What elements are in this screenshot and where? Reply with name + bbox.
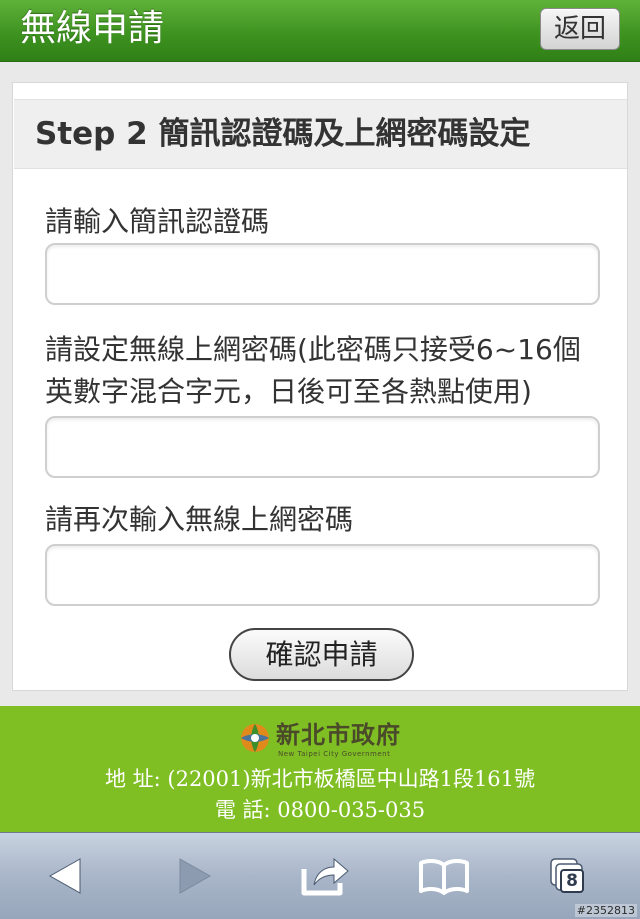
form-card: Step 2 簡訊認證碼及上網密碼設定 請輸入簡訊認證碼 請設定無線上網密碼(此… [12, 82, 628, 691]
tab-count-badge: 8 [560, 869, 584, 893]
share-icon [301, 857, 349, 896]
tabs-button[interactable]: 8 [548, 853, 594, 899]
footer-address: 地 址: (22001)新北市板橋區中山路1段161號 [104, 767, 536, 791]
forward-arrow-icon [179, 858, 212, 894]
footer: 新北市政府 New Taipei City Government 地 址: (2… [0, 706, 640, 832]
back-nav-button[interactable] [46, 853, 84, 899]
confirm-password-input[interactable] [45, 544, 600, 606]
logo-text: 新北市政府 [276, 720, 401, 749]
password-label-line2: 英數字混合字元，日後可至各熱點使用) [45, 375, 532, 408]
share-button[interactable] [300, 853, 350, 899]
browser-toolbar: 8 [0, 832, 640, 919]
back-button[interactable]: 返回 [540, 8, 620, 50]
bookmarks-icon [419, 858, 469, 895]
footer-phone: 電 話: 0800-035-035 [214, 798, 426, 822]
back-arrow-icon [48, 858, 81, 894]
step-title: Step 2 簡訊認證碼及上網密碼設定 [35, 116, 531, 152]
bookmarks-button[interactable] [418, 853, 470, 899]
city-emblem-icon [241, 724, 269, 752]
watermark: #2352813 [574, 904, 637, 917]
confirm-password-label: 請再次輸入無線上網密碼 [45, 503, 354, 536]
government-logo: 新北市政府 New Taipei City Government [238, 720, 402, 760]
sms-code-label: 請輸入簡訊認證碼 [45, 205, 270, 238]
confirm-apply-button[interactable]: 確認申請 [229, 628, 414, 681]
sms-code-input[interactable] [45, 243, 600, 305]
page-title: 無線申請 [20, 8, 165, 49]
password-input[interactable] [45, 416, 600, 478]
header-bar: 無線申請 返回 [0, 0, 640, 62]
forward-nav-button[interactable] [176, 853, 214, 899]
logo-subtext: New Taipei City Government [278, 750, 391, 758]
step-header: Step 2 簡訊認證碼及上網密碼設定 [14, 99, 627, 169]
password-label-line1: 請設定無線上網密碼(此密碼只接受6~16個 [45, 333, 581, 366]
